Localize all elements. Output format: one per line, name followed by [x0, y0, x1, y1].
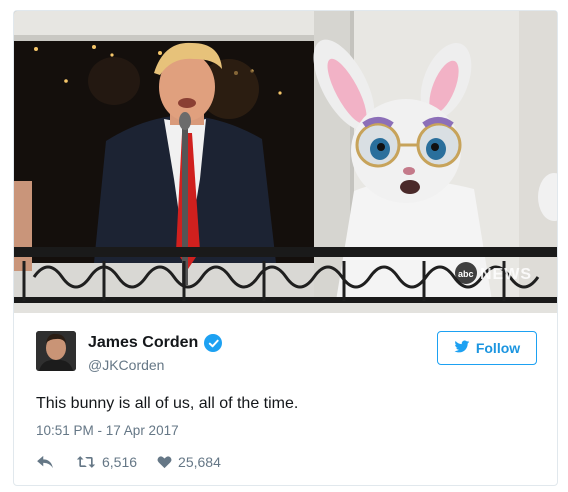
verified-badge-icon [204, 334, 223, 352]
avatar[interactable] [36, 331, 76, 371]
author-name[interactable]: James Corden [88, 334, 198, 352]
author-name-row[interactable]: James Corden [88, 334, 223, 352]
retweet-button[interactable]: 6,516 [76, 454, 137, 470]
follow-label: Follow [475, 340, 521, 356]
reply-icon [36, 455, 54, 469]
follow-button[interactable]: Follow [437, 331, 537, 365]
retweet-count: 6,516 [102, 454, 138, 470]
svg-text:abc: abc [458, 269, 474, 279]
like-button[interactable]: 25,684 [157, 454, 221, 470]
tweet-card: abc NEWS James Corden @JKCorden Follow T… [13, 10, 558, 486]
tweet-text: This bunny is all of us, all of the time… [36, 395, 299, 412]
abc-news-watermark: NEWS [480, 266, 532, 283]
heart-icon [157, 455, 172, 469]
tweet-actions: 6,516 25,684 [36, 454, 221, 470]
twitter-bird-icon [454, 339, 470, 357]
author-handle[interactable]: @JKCorden [88, 357, 164, 373]
tweet-timestamp[interactable]: 10:51 PM - 17 Apr 2017 [36, 423, 179, 438]
tweet-media-image[interactable]: abc NEWS [14, 11, 557, 313]
reply-button[interactable] [36, 455, 54, 469]
media-photo: abc NEWS [14, 11, 557, 313]
retweet-icon [76, 455, 96, 469]
tweet-header: James Corden @JKCorden Follow [36, 331, 537, 375]
like-count: 25,684 [178, 454, 221, 470]
